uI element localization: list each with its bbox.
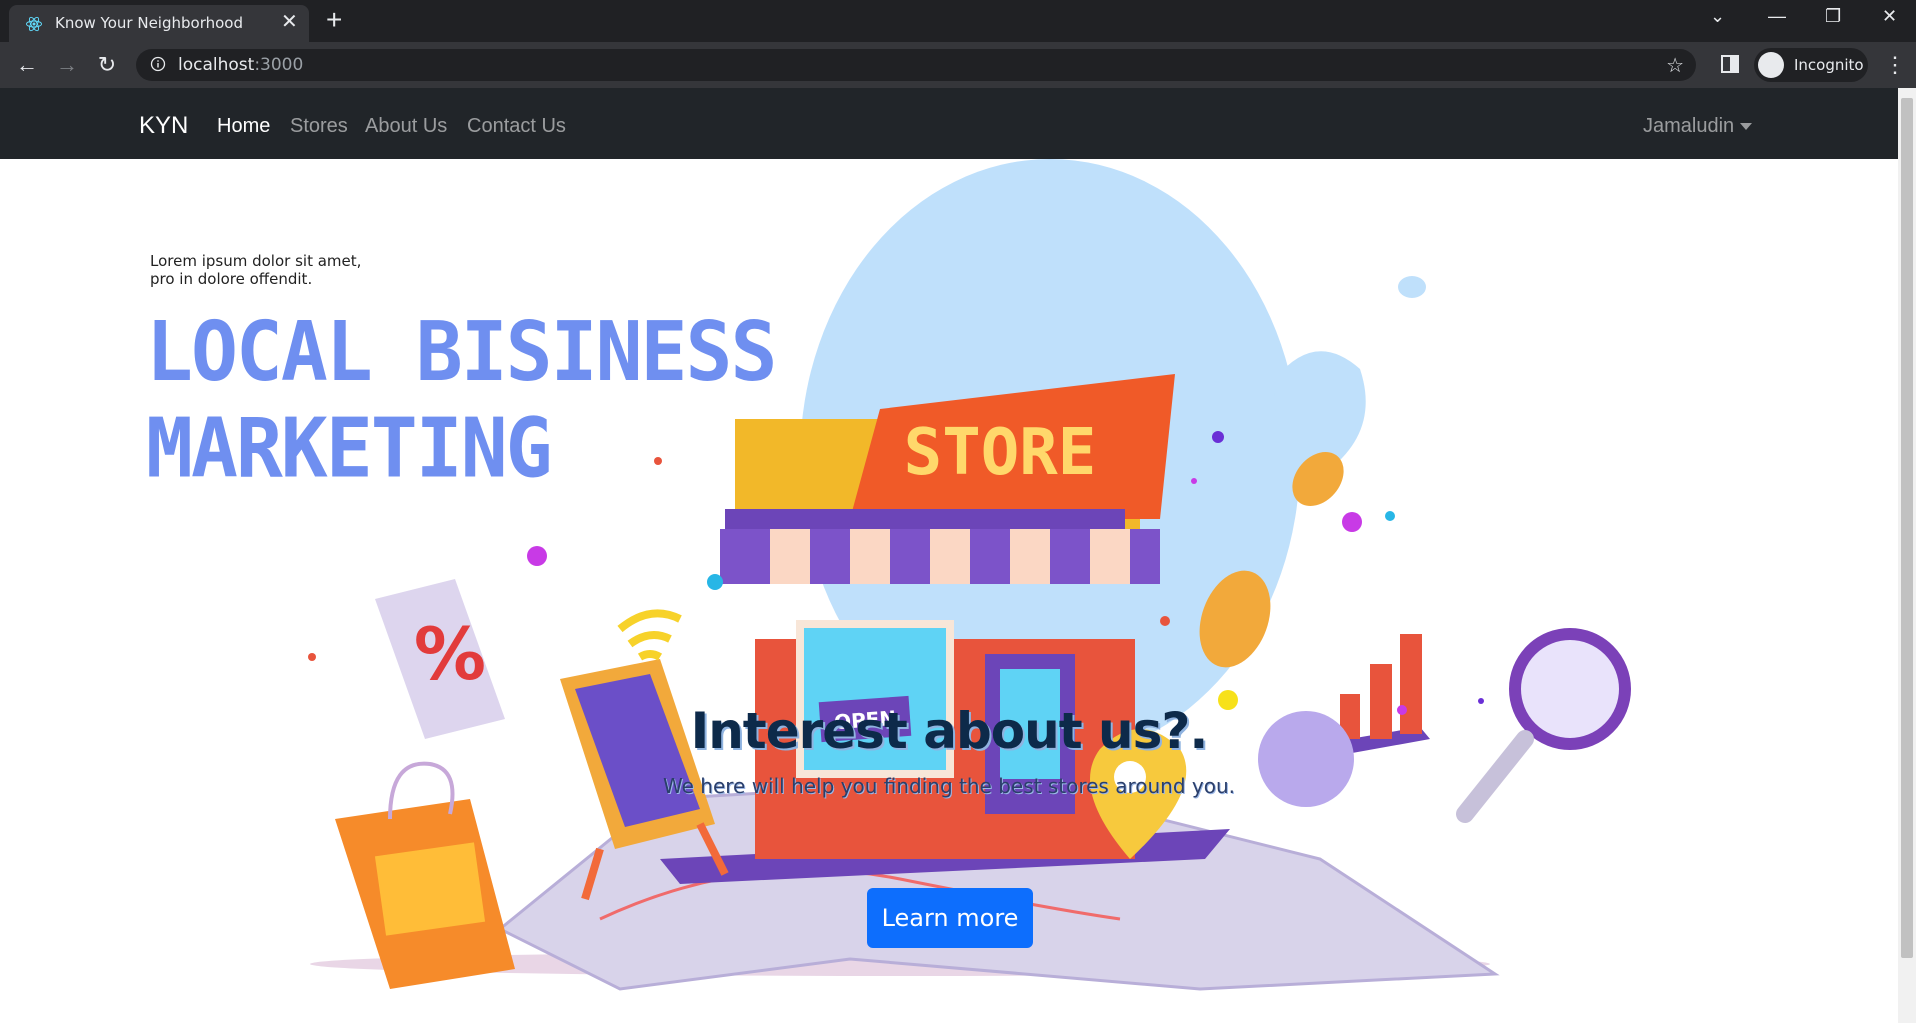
reload-icon[interactable]: ↻ [93,51,121,79]
user-dropdown[interactable]: Jamaludin [1643,115,1753,138]
info-icon[interactable] [150,56,166,72]
caret-down-icon [1740,123,1753,131]
back-icon[interactable]: ← [13,51,41,79]
awning-stripes [720,529,1160,584]
incognito-profile-button[interactable]: Incognito [1754,48,1868,82]
incognito-icon [1758,52,1784,78]
awning-top [725,509,1125,529]
wifi-symbol [617,609,682,661]
browser-menu-icon[interactable]: ⋮ [1884,51,1906,79]
hero-image-caption: Lorem ipsum dolor sit amet, pro in dolor… [150,252,362,288]
browser-tab[interactable]: Know Your Neighborhood ✕ [9,5,309,42]
background-blob-dot [1398,276,1426,298]
forward-icon[interactable]: → [53,51,81,79]
browser-tab-strip: Know Your Neighborhood ✕ + ⌄ — ❐ ✕ [0,0,1916,42]
hero-subheadline: We here will help you finding the best s… [663,774,1235,798]
new-tab-icon[interactable]: + [326,6,342,34]
tab-search-icon[interactable]: ⌄ [1710,6,1725,27]
url-text: localhost:3000 [178,55,304,75]
browser-toolbar: ← → ↻ localhost:3000 ☆ Incognito ⋮ [0,42,1916,88]
close-window-icon[interactable]: ✕ [1882,6,1897,27]
page-viewport: KYN Home Stores About Us Contact Us Jama… [0,88,1898,1023]
nav-link-home[interactable]: Home [217,115,270,138]
side-panel-icon[interactable] [1719,53,1741,75]
scrollbar-thumb[interactable] [1901,98,1913,958]
react-icon [26,16,42,32]
bookmark-star-icon[interactable]: ☆ [1666,53,1684,78]
site-navbar: KYN Home Stores About Us Contact Us Jama… [0,88,1898,159]
navbar-brand[interactable]: KYN [139,112,188,140]
percent-sign: % [414,612,486,696]
hero-image-title: LOCAL BISINESS MARKETING [146,305,777,497]
store-sign-text: STORE [904,416,1097,490]
hero-headline: Interest about us?. [690,702,1209,760]
page-scrollbar[interactable] [1898,88,1916,1023]
nav-link-about-us[interactable]: About Us [365,115,447,138]
learn-more-button[interactable]: Learn more [867,888,1033,948]
address-bar[interactable]: localhost:3000 ☆ [136,49,1696,81]
restore-icon[interactable]: ❐ [1825,6,1841,27]
close-tab-icon[interactable]: ✕ [281,12,298,32]
tab-title: Know Your Neighborhood [55,14,243,32]
nav-link-stores[interactable]: Stores [290,115,348,138]
user-name: Jamaludin [1643,115,1735,137]
hero-section: STORE OPEN % Lorem ipsum dolor sit amet,… [0,159,1898,1023]
minimize-icon[interactable]: — [1768,6,1786,27]
incognito-label: Incognito [1794,56,1864,74]
nav-link-contact-us[interactable]: Contact Us [467,115,566,138]
